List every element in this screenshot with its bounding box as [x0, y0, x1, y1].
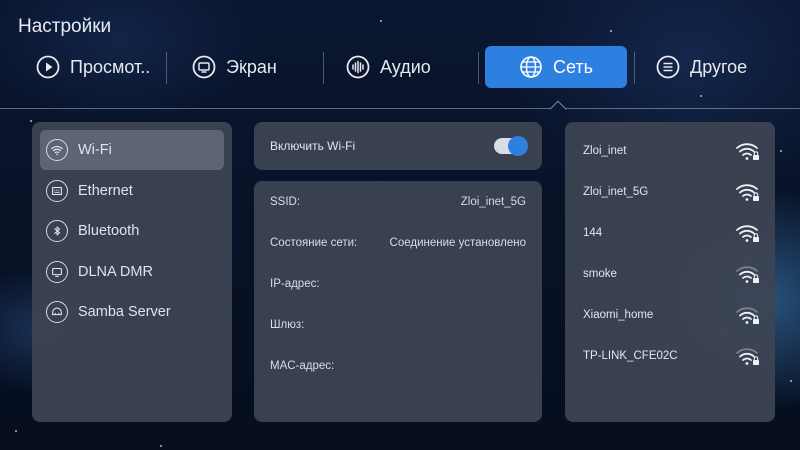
menu-icon — [656, 55, 680, 79]
active-tab-pointer — [549, 100, 567, 118]
bluetooth-icon — [46, 220, 68, 242]
network-name: Xiaomi_home — [583, 308, 654, 321]
tab-label: Аудио — [380, 56, 431, 77]
wifi-toggle-label: Включить Wi-Fi — [270, 139, 356, 153]
network-sidebar: Wi-Fi Ethernet Bluetooth DLNA DMR Samba … — [32, 122, 232, 422]
wifi-signal-locked-icon — [736, 183, 759, 201]
info-row-status: Состояние сети: Соединение установлено — [270, 222, 526, 263]
network-name: Zloi_inet_5G — [583, 185, 649, 198]
info-label: Шлюз: — [270, 318, 305, 331]
sidebar-item-dlna[interactable]: DLNA DMR — [40, 252, 224, 292]
wifi-signal-locked-icon — [736, 347, 759, 365]
tab-label: Сеть — [552, 56, 594, 77]
tab-other[interactable]: Другое — [656, 46, 782, 88]
tab-audio[interactable]: Аудио — [346, 46, 476, 88]
tab-label: Экран — [226, 56, 277, 77]
network-item-zloi-inet[interactable]: Zloi_inet — [583, 130, 761, 171]
wifi-signal-locked-icon — [736, 224, 759, 242]
tab-divider — [166, 52, 167, 84]
sidebar-item-samba[interactable]: Samba Server — [40, 292, 224, 332]
wifi-toggle-switch[interactable] — [494, 136, 528, 156]
info-label: MAC-адрес: — [270, 359, 335, 372]
tab-divider — [478, 52, 479, 84]
sidebar-item-label: Samba Server — [78, 304, 171, 320]
wifi-icon — [46, 139, 68, 161]
sidebar-item-label: Ethernet — [78, 182, 133, 199]
network-item-smoke[interactable]: smoke — [583, 253, 761, 294]
play-icon — [36, 55, 60, 79]
tab-label: Другое — [690, 56, 748, 77]
network-name: smoke — [583, 267, 617, 280]
network-item-tp-link[interactable]: TP-LINK_CFE02C — [583, 335, 761, 376]
tab-underline — [0, 108, 800, 109]
network-name: 144 — [583, 226, 603, 239]
info-label: Состояние сети: — [270, 236, 358, 249]
info-row-gateway: Шлюз: — [270, 304, 526, 345]
sidebar-item-label: DLNA DMR — [78, 263, 153, 280]
wifi-toggle-row[interactable]: Включить Wi-Fi — [254, 122, 542, 170]
info-label: SSID: — [270, 195, 301, 208]
samba-icon — [46, 301, 68, 323]
info-row-ssid: SSID: Zloi_inet_5G — [270, 181, 526, 222]
sidebar-item-wifi[interactable]: Wi-Fi — [40, 130, 224, 170]
info-label: IP-адрес: — [270, 277, 320, 290]
ethernet-icon — [46, 179, 68, 202]
page-title: Настройки — [18, 16, 112, 37]
tab-network[interactable]: Сеть — [485, 46, 627, 88]
dlna-icon — [46, 260, 68, 283]
network-item-zloi-inet-5g[interactable]: Zloi_inet_5G — [583, 171, 761, 212]
wifi-signal-locked-icon — [736, 265, 759, 283]
network-item-144[interactable]: 144 — [583, 212, 761, 253]
sidebar-item-ethernet[interactable]: Ethernet — [40, 171, 224, 211]
info-row-ip: IP-адрес: — [270, 263, 526, 304]
monitor-icon — [192, 55, 216, 79]
top-tab-bar: Просмот.. Экран Аудио Сеть Другое — [18, 46, 782, 88]
globe-icon — [519, 55, 543, 79]
info-value: Соединение установлено — [389, 236, 526, 249]
wifi-signal-locked-icon — [736, 306, 759, 324]
tab-playback[interactable]: Просмот.. — [36, 46, 176, 88]
audio-wave-icon — [346, 55, 370, 79]
tab-divider — [634, 52, 635, 84]
toggle-knob — [508, 136, 528, 156]
info-row-mac: MAC-адрес: — [270, 345, 526, 386]
tab-screen[interactable]: Экран — [192, 46, 322, 88]
wifi-signal-locked-icon — [736, 142, 759, 160]
sidebar-item-bluetooth[interactable]: Bluetooth — [40, 211, 224, 251]
network-name: TP-LINK_CFE02C — [583, 349, 678, 362]
info-value: Zloi_inet_5G — [460, 195, 526, 208]
sidebar-item-label: Wi-Fi — [78, 142, 112, 158]
tab-label: Просмот.. — [70, 56, 151, 77]
network-item-xiaomi-home[interactable]: Xiaomi_home — [583, 294, 761, 335]
network-name: Zloi_inet — [583, 144, 627, 157]
connection-info-panel: SSID: Zloi_inet_5G Состояние сети: Соеди… — [254, 181, 542, 422]
tab-divider — [323, 52, 324, 84]
network-list-panel: Zloi_inet Zloi_inet_5G 144 smoke Xiaomi_… — [565, 122, 775, 422]
sidebar-item-label: Bluetooth — [78, 223, 140, 239]
